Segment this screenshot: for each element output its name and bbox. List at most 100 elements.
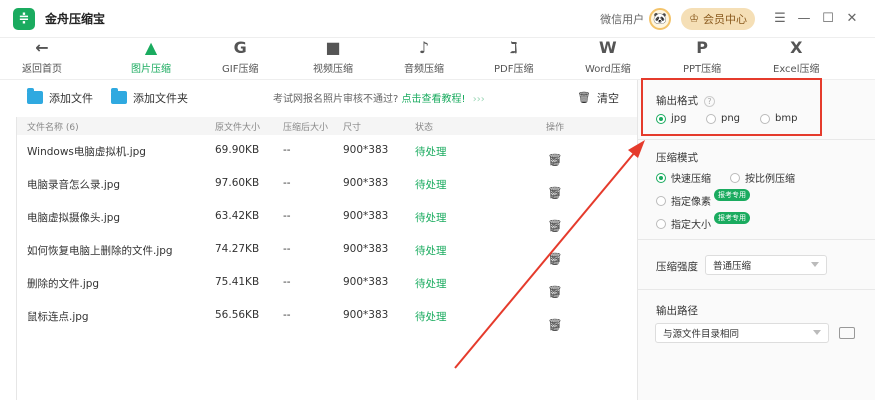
nav-word-compress[interactable]: W Word压缩 (585, 38, 631, 80)
file-name: 电脑虚拟摄像头.jpg (27, 212, 121, 224)
format-png-label: png (721, 113, 741, 124)
mode-ratio-radio[interactable]: 按比例压缩 (730, 170, 795, 185)
vip-center-button[interactable]: ♔ 会员中心 (681, 7, 755, 30)
avatar[interactable]: 🐼 (649, 7, 672, 30)
tutorial-link[interactable]: 点击查看教程! (402, 94, 466, 105)
file-size: 69.90KB (215, 144, 260, 156)
file-dimensions: 900*383 (343, 276, 389, 288)
gif-icon: G (233, 38, 247, 57)
browse-folder-icon[interactable] (839, 327, 855, 339)
pdf-icon: ℷ (509, 38, 518, 57)
clear-button[interactable]: 🗑 清空 (577, 90, 619, 106)
file-status: 待处理 (415, 212, 447, 224)
compressed-size: -- (283, 210, 291, 222)
output-format-label: 输出格式 (656, 95, 698, 107)
user-name[interactable]: 微信用户 (600, 11, 644, 27)
mode-fast-radio[interactable]: 快速压缩 (656, 170, 711, 185)
table-row[interactable]: 删除的文件.jpg 75.41KB -- 900*383 待处理 ▷ ▭ 🗑 (17, 267, 637, 300)
trash-icon[interactable]: 🗑 (547, 219, 563, 233)
mode-size-radio[interactable]: 指定大小 报考专用 (656, 211, 750, 231)
radio-dot (730, 172, 740, 183)
mode-pixel-radio[interactable]: 指定像素 报考专用 (656, 188, 750, 208)
output-path-value: 与源文件目录相同 (663, 329, 740, 340)
radio-dot (656, 172, 666, 183)
nav-label: PPT压缩 (683, 64, 722, 75)
notice-text: 考试网报名照片审核不通过? (273, 94, 399, 105)
close-icon[interactable]: ✕ (841, 8, 863, 30)
format-bmp-radio[interactable]: bmp (760, 113, 797, 124)
compress-mode-section: 压缩模式 快速压缩 按比例压缩 指定像素 报考专用 指定大小 报考专用 (638, 140, 875, 240)
output-path-select[interactable]: 与源文件目录相同 (655, 323, 829, 343)
table-row[interactable]: 如何恢复电脑上删除的文件.jpg 74.27KB -- 900*383 待处理 … (17, 234, 637, 267)
mode-ratio-label: 按比例压缩 (745, 174, 795, 185)
nav-ppt-compress[interactable]: P PPT压缩 (683, 38, 721, 80)
nav-audio-compress[interactable]: ♪ 音频压缩 (404, 38, 444, 80)
file-size: 74.27KB (215, 243, 260, 255)
add-folder-button[interactable]: 添加文件夹 (111, 88, 188, 106)
trash-icon[interactable]: 🗑 (547, 252, 563, 266)
output-path-section: 输出路径 与源文件目录相同 (638, 290, 875, 400)
radio-dot (656, 195, 666, 206)
maximize-icon[interactable]: ☐ (817, 8, 839, 30)
file-status: 待处理 (415, 278, 447, 290)
compressed-size: -- (283, 276, 291, 288)
file-name: 如何恢复电脑上删除的文件.jpg (27, 245, 173, 257)
file-dimensions: 900*383 (343, 309, 389, 321)
format-jpg-radio[interactable]: jpg (656, 113, 686, 124)
add-file-button[interactable]: 添加文件 (27, 88, 93, 106)
app-logo: ≑ (13, 7, 35, 30)
table-row[interactable]: 鼠标连点.jpg 56.56KB -- 900*383 待处理 ▷ ▭ 🗑 (17, 300, 637, 333)
trash-icon[interactable]: 🗑 (547, 285, 563, 299)
trash-icon[interactable]: 🗑 (547, 153, 563, 167)
menu-icon[interactable]: ☰ (769, 8, 791, 30)
compressed-size: -- (283, 243, 291, 255)
vip-center-label: 会员中心 (703, 12, 747, 26)
format-png-radio[interactable]: png (706, 113, 740, 124)
nav-back-home[interactable]: ← 返回首页 (22, 38, 62, 80)
file-table: 文件名称 (6) 原文件大小 压缩后大小 尺寸 状态 操作 Windows电脑虚… (16, 117, 637, 400)
format-jpg-label: jpg (671, 113, 687, 124)
table-header: 文件名称 (6) 原文件大小 压缩后大小 尺寸 状态 操作 (17, 117, 637, 135)
compress-mode-title: 压缩模式 (656, 152, 698, 164)
header-after: 压缩后大小 (283, 123, 329, 133)
output-path-title: 输出路径 (656, 305, 698, 317)
nav-video-compress[interactable]: ■ 视频压缩 (313, 38, 353, 80)
radio-dot (760, 113, 770, 124)
strength-select[interactable]: 普通压缩 (705, 255, 827, 275)
nav-label: 音频压缩 (404, 64, 444, 75)
trash-icon[interactable]: 🗑 (547, 318, 563, 332)
table-row[interactable]: Windows电脑虚拟机.jpg 69.90KB -- 900*383 待处理 … (17, 135, 637, 168)
file-dimensions: 900*383 (343, 243, 389, 255)
file-size: 97.60KB (215, 177, 260, 189)
file-name: 删除的文件.jpg (27, 278, 100, 290)
file-size: 63.42KB (215, 210, 260, 222)
nav-pdf-compress[interactable]: ℷ PDF压缩 (494, 38, 533, 80)
add-file-icon (27, 88, 43, 104)
strength-title: 压缩强度 (656, 261, 698, 273)
audio-icon: ♪ (418, 38, 430, 57)
table-row[interactable]: 电脑录音怎么录.jpg 97.60KB -- 900*383 待处理 ▷ ▭ 🗑 (17, 168, 637, 201)
nav-label: Word压缩 (585, 64, 631, 75)
exam-badge: 报考专用 (714, 188, 750, 201)
nav-gif-compress[interactable]: G GIF压缩 (222, 38, 258, 80)
nav-bar: ← 返回首页 ▲ 图片压缩 G GIF压缩 ■ 视频压缩 ♪ 音频压缩 ℷ PD… (0, 38, 875, 80)
notice-arrows: ››› (472, 94, 485, 105)
file-dimensions: 900*383 (343, 210, 389, 222)
back-arrow-icon: ← (35, 38, 49, 57)
file-status: 待处理 (415, 146, 447, 158)
help-icon[interactable]: ? (704, 96, 715, 107)
compressed-size: -- (283, 309, 291, 321)
radio-dot (706, 113, 716, 124)
nav-label: 图片压缩 (131, 64, 171, 75)
trash-icon[interactable]: 🗑 (547, 186, 563, 200)
minimize-icon[interactable]: — (793, 8, 815, 30)
table-row[interactable]: 电脑虚拟摄像头.jpg 63.42KB -- 900*383 待处理 ▷ ▭ 🗑 (17, 201, 637, 234)
nav-image-compress[interactable]: ▲ 图片压缩 (131, 38, 171, 80)
app-title: 金舟压缩宝 (45, 12, 106, 26)
add-folder-icon (111, 88, 127, 104)
file-dimensions: 900*383 (343, 144, 389, 156)
nav-excel-compress[interactable]: X Excel压缩 (773, 38, 820, 80)
file-name: 电脑录音怎么录.jpg (27, 179, 121, 191)
output-format-title: 输出格式? (656, 93, 715, 108)
nav-label: Excel压缩 (773, 64, 820, 75)
